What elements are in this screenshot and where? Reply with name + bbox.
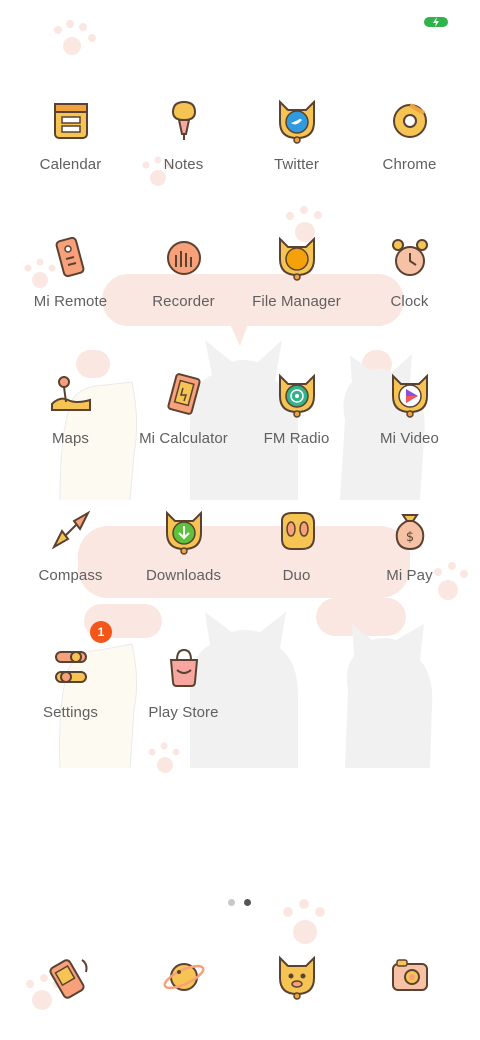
downloads-icon — [166, 510, 202, 555]
app-clock[interactable]: Clock — [353, 233, 466, 343]
mi-pay-icon: $ — [395, 514, 425, 551]
page-dot-1[interactable] — [228, 899, 235, 906]
notes-icon — [171, 100, 197, 140]
app-duo[interactable]: Duo — [240, 507, 353, 617]
app-twitter[interactable]: Twitter — [240, 96, 353, 206]
duo-icon — [281, 512, 315, 550]
calculator-icon — [167, 373, 201, 415]
app-recorder[interactable]: Recorder — [127, 233, 240, 343]
radio-icon — [279, 373, 315, 418]
app-label: Chrome — [382, 156, 437, 173]
settings-icon — [55, 651, 87, 683]
file-manager-icon — [279, 236, 315, 281]
compass-icon — [51, 510, 91, 550]
remote-icon — [55, 236, 85, 278]
app-file-manager[interactable]: File Manager — [240, 233, 353, 343]
app-grid: Calendar Notes Twitter Chrome Mi Remote … — [0, 0, 480, 800]
app-label: Mi Video — [380, 430, 439, 447]
app-mi-video[interactable]: Mi Video — [353, 370, 466, 480]
page-indicator[interactable] — [224, 896, 256, 908]
recorder-icon — [167, 241, 201, 275]
notification-badge: 1 — [90, 621, 112, 643]
messages-icon[interactable] — [272, 952, 322, 1002]
page-dot-2-active[interactable] — [244, 899, 251, 906]
app-settings[interactable]: Settings — [14, 644, 127, 754]
app-mi-remote[interactable]: Mi Remote — [14, 233, 127, 343]
chrome-icon — [393, 103, 427, 138]
app-calendar[interactable]: Calendar — [14, 96, 127, 206]
app-mi-pay[interactable]: $ Mi Pay — [353, 507, 466, 617]
app-notes[interactable]: Notes — [127, 96, 240, 206]
app-label: Play Store — [148, 704, 219, 721]
app-fm-radio[interactable]: FM Radio — [240, 370, 353, 480]
app-label: Clock — [390, 293, 429, 310]
app-play-store[interactable]: Play Store — [127, 644, 240, 754]
twitter-icon — [279, 99, 315, 144]
camera-icon[interactable] — [385, 952, 435, 1002]
app-mi-calculator[interactable]: Mi Calculator — [127, 370, 240, 480]
app-chrome[interactable]: Chrome — [353, 96, 466, 206]
app-maps[interactable]: Maps — [14, 370, 127, 480]
app-downloads[interactable]: Downloads — [127, 507, 240, 617]
clock-icon — [392, 239, 428, 276]
svg-text:$: $ — [406, 530, 414, 545]
app-label: Mi Pay — [386, 567, 433, 584]
play-store-icon — [169, 648, 199, 687]
maps-icon — [51, 376, 91, 411]
video-icon — [392, 373, 428, 418]
phone-icon[interactable] — [46, 952, 96, 1002]
calendar-icon — [54, 103, 88, 139]
app-compass[interactable]: Compass — [14, 507, 127, 617]
browser-icon[interactable] — [159, 952, 209, 1002]
